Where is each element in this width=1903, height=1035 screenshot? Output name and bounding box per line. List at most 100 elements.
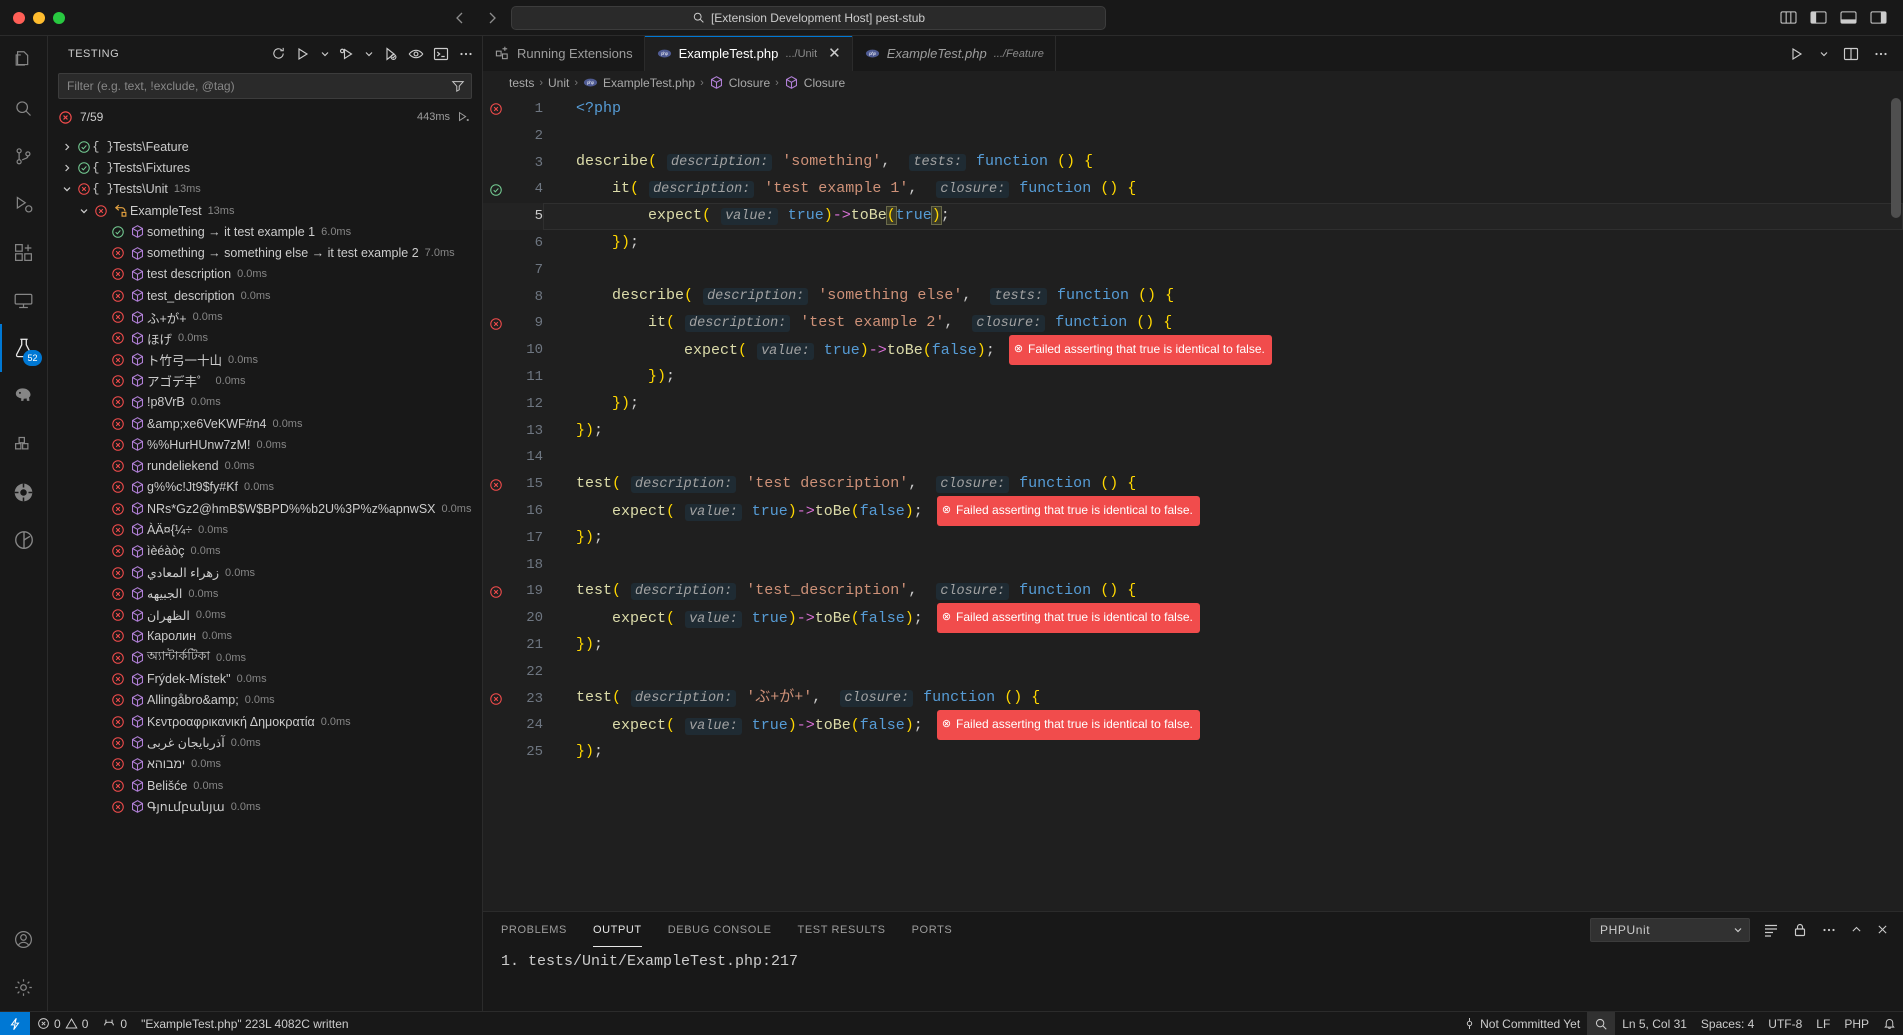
- chevron-down-icon[interactable]: [58, 184, 75, 194]
- test-tree-item[interactable]: ìèéàòç 0.0ms: [48, 541, 482, 562]
- problems-status[interactable]: 0 0: [30, 1012, 95, 1035]
- quick-input-bar[interactable]: [Extension Development Host] pest-stub: [511, 5, 1106, 30]
- debug-icon[interactable]: [339, 46, 355, 62]
- encoding-status[interactable]: UTF-8: [1761, 1012, 1809, 1035]
- test-tree-item[interactable]: ふ+が+ 0.0ms: [48, 306, 482, 327]
- editor-scrollbar-thumb[interactable]: [1891, 98, 1901, 218]
- code-line[interactable]: 9 it( description: 'test example 2', clo…: [483, 310, 1903, 337]
- eye-icon[interactable]: [408, 46, 424, 62]
- language-mode-status[interactable]: PHP: [1837, 1012, 1876, 1035]
- maximize-window-button[interactable]: [53, 11, 65, 24]
- funnel-icon[interactable]: [451, 79, 465, 93]
- code-line[interactable]: 21});: [483, 632, 1903, 659]
- ellipsis-icon[interactable]: [1821, 922, 1837, 938]
- activity-item-settings[interactable]: [0, 963, 48, 1011]
- toggle-secondary-sidebar-icon[interactable]: [1870, 10, 1887, 25]
- breadcrumb-item[interactable]: Unit: [548, 76, 569, 90]
- navigation-controls[interactable]: [452, 10, 500, 26]
- breadcrumb-item[interactable]: Closure: [729, 76, 770, 90]
- clear-icon[interactable]: [1763, 922, 1779, 938]
- run-icon[interactable]: [295, 46, 311, 62]
- test-tree-item[interactable]: { } Tests\Fixtures: [48, 157, 482, 178]
- code-line[interactable]: 4 it( description: 'test example 1', clo…: [483, 176, 1903, 203]
- activity-item-extensions[interactable]: [0, 228, 48, 276]
- code-line[interactable]: 5 expect( value: true)->toBe(true);: [483, 203, 1903, 230]
- panel-tab-problems[interactable]: PROBLEMS: [501, 912, 567, 947]
- chevron-right-icon[interactable]: [58, 142, 75, 152]
- terminal-icon[interactable]: [433, 46, 449, 62]
- split-editor-icon[interactable]: [1843, 46, 1859, 62]
- run-continuous-icon[interactable]: [456, 110, 470, 124]
- editor-actions[interactable]: [1775, 36, 1903, 71]
- ellipsis-icon[interactable]: [1873, 46, 1889, 62]
- minimize-window-button[interactable]: [33, 11, 45, 24]
- code-line[interactable]: 17});: [483, 525, 1903, 552]
- gutter-test-state-icon[interactable]: [483, 183, 509, 197]
- editor-tab-example-test-unit[interactable]: php ExampleTest.php .../Unit ✕: [644, 36, 853, 71]
- activity-item-containers[interactable]: [0, 420, 48, 468]
- gutter-test-state-icon[interactable]: [483, 478, 509, 492]
- code-line[interactable]: 16 expect( value: true)->toBe(false); ⊗ Fa…: [483, 496, 1903, 526]
- indentation-status[interactable]: Spaces: 4: [1694, 1012, 1761, 1035]
- chevron-up-icon[interactable]: [1850, 923, 1863, 936]
- test-tree-item[interactable]: الجبيهه 0.0ms: [48, 583, 482, 604]
- code-line[interactable]: 7: [483, 257, 1903, 284]
- activity-item-accounts[interactable]: [0, 915, 48, 963]
- test-tree-item[interactable]: ほげ 0.0ms: [48, 328, 482, 349]
- sidebar-actions[interactable]: [271, 46, 474, 62]
- chevron-down-icon[interactable]: [75, 206, 92, 216]
- test-tree-item[interactable]: ExampleTest 13ms: [48, 200, 482, 221]
- test-tree-item[interactable]: { } Tests\Feature: [48, 136, 482, 157]
- code-line[interactable]: 19 test( description: 'test_description',…: [483, 578, 1903, 605]
- test-tree-item[interactable]: Allingåbro&amp; 0.0ms: [48, 690, 482, 711]
- breadcrumb-item[interactable]: tests: [509, 76, 534, 90]
- activity-item-php-tools[interactable]: [0, 372, 48, 420]
- test-tree-item[interactable]: test_description 0.0ms: [48, 285, 482, 306]
- test-tree-item[interactable]: g%%c!Jt9$fy#Kf 0.0ms: [48, 477, 482, 498]
- code-line[interactable]: 1 <?php: [483, 96, 1903, 123]
- chevron-right-icon[interactable]: [58, 163, 75, 173]
- code-line[interactable]: 11 });: [483, 364, 1903, 391]
- close-window-button[interactable]: [13, 11, 25, 24]
- chevron-down-icon[interactable]: [1819, 49, 1829, 59]
- code-editor[interactable]: 1 <?php 2 3 describe( description: 'somethin…: [483, 94, 1903, 911]
- search-input[interactable]: Filter (e.g. text, !exclude, @tag): [58, 73, 472, 99]
- editor-tabs[interactable]: Running Extensions php ExampleTest.php .../…: [483, 36, 1903, 71]
- breadcrumb-item[interactable]: ExampleTest.php: [603, 76, 695, 90]
- panel-tab-test-results[interactable]: TEST RESULTS: [798, 912, 886, 947]
- test-tree-item[interactable]: ימבוהא 0.0ms: [48, 754, 482, 775]
- panel-actions[interactable]: PHPUnit: [1590, 917, 1903, 942]
- editor-scrollbar[interactable]: [1889, 94, 1903, 911]
- test-tree-item[interactable]: Գյումբանյա 0.0ms: [48, 796, 482, 817]
- lock-icon[interactable]: [1792, 922, 1808, 938]
- gutter-test-state-icon[interactable]: [483, 692, 509, 706]
- output-channel-select[interactable]: PHPUnit: [1590, 917, 1750, 942]
- refresh-icon[interactable]: [271, 46, 286, 61]
- test-tree-item[interactable]: Каролин 0.0ms: [48, 626, 482, 647]
- eol-status[interactable]: LF: [1809, 1012, 1837, 1035]
- code-line[interactable]: 25});: [483, 739, 1903, 766]
- panel-tab-debug-console[interactable]: DEBUG CONSOLE: [668, 912, 772, 947]
- activity-item-database[interactable]: [0, 468, 48, 516]
- code-line[interactable]: 22: [483, 659, 1903, 686]
- code-line[interactable]: 18: [483, 552, 1903, 579]
- code-line[interactable]: 3 describe( description: 'something', tes…: [483, 150, 1903, 177]
- test-tree-item[interactable]: زهراء المعادي 0.0ms: [48, 562, 482, 583]
- code-line[interactable]: 6 });: [483, 230, 1903, 257]
- layout-controls[interactable]: [1780, 10, 1887, 25]
- test-tree-item[interactable]: Belišće 0.0ms: [48, 775, 482, 796]
- customize-layout-icon[interactable]: [1780, 10, 1797, 25]
- gutter-test-state-icon[interactable]: [483, 585, 509, 599]
- code-line[interactable]: 2: [483, 123, 1903, 150]
- test-tree-item[interactable]: !p8VrB 0.0ms: [48, 392, 482, 413]
- test-tree-item[interactable]: ÀÄ¤{¼÷ 0.0ms: [48, 519, 482, 540]
- toggle-primary-sidebar-icon[interactable]: [1810, 10, 1827, 25]
- activity-item-testing[interactable]: 52: [0, 324, 48, 372]
- test-tree-item[interactable]: NRs*Gz2@hmB$W$BPD%%b2U%3P%z%apnwSX 0.0ms: [48, 498, 482, 519]
- test-tree-item[interactable]: Κεντροαφρικανική Δημοκρατία 0.0ms: [48, 711, 482, 732]
- test-tree-item[interactable]: অ্যান্টার্কটিকা 0.0ms: [48, 647, 482, 668]
- test-tree-item[interactable]: something → it test example 1 6.0ms: [48, 221, 482, 242]
- test-tree-item[interactable]: &amp;xe6VeKWF#n4 0.0ms: [48, 413, 482, 434]
- code-line[interactable]: 12 });: [483, 391, 1903, 418]
- test-tree[interactable]: { } Tests\Feature{ } Tests\Fixtures{ } Test…: [48, 131, 482, 1011]
